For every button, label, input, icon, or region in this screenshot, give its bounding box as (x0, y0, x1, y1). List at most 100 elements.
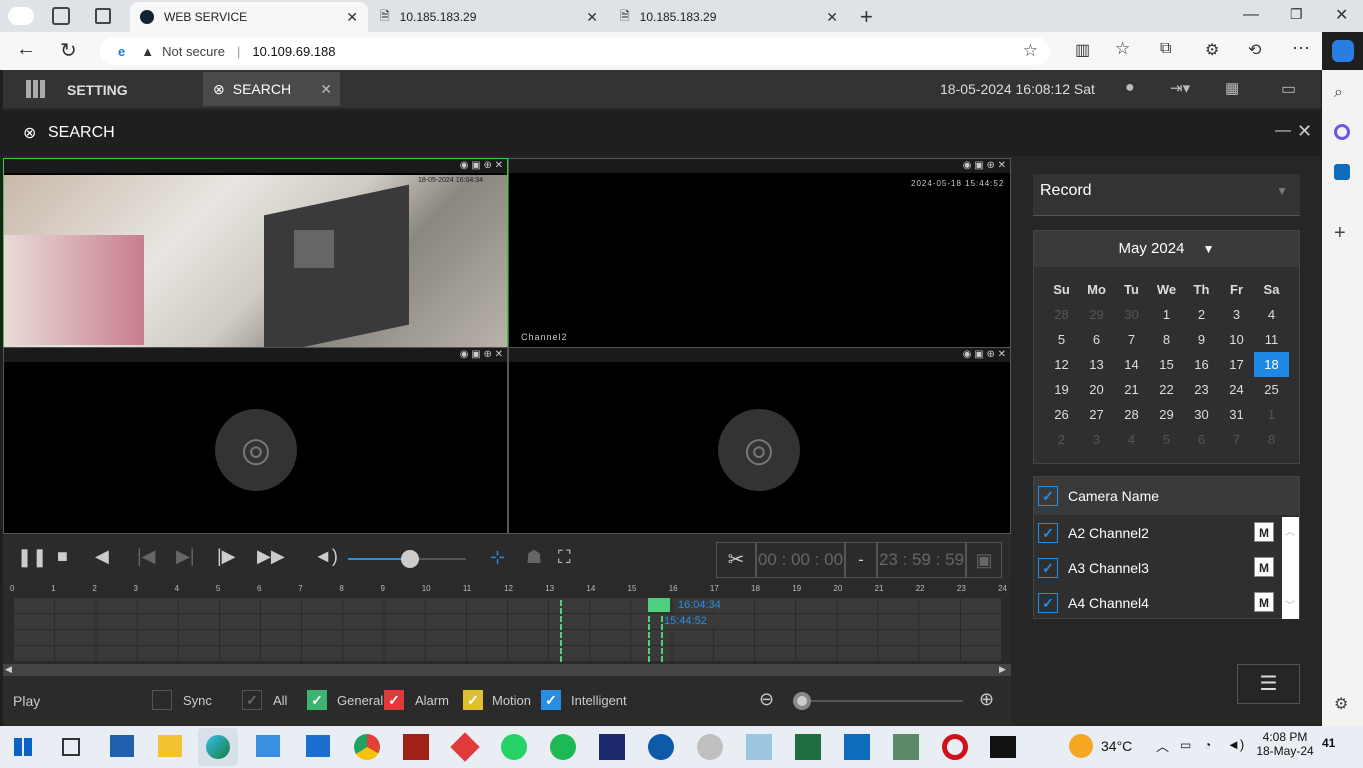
camera-row[interactable]: ✓ A2 Channel2 M (1034, 515, 1280, 550)
zoom-out-icon[interactable]: ⊖ (759, 689, 774, 710)
calendar-day[interactable]: 13 (1079, 352, 1114, 377)
history-icon[interactable]: ⟲ (1248, 40, 1261, 60)
security-label[interactable]: Not secure (162, 44, 225, 59)
calendar-day[interactable]: 3 (1079, 427, 1114, 452)
camera-checkbox[interactable]: ✓ (1038, 558, 1058, 578)
stop-icon[interactable]: ■ (57, 546, 68, 567)
camera-stream-badge[interactable]: M (1254, 522, 1274, 542)
calendar-day[interactable]: 29 (1149, 402, 1184, 427)
camera-list-scrollbar[interactable]: ︿ ﹀ (1282, 517, 1299, 619)
close-panel-icon[interactable]: ✕ (1297, 121, 1312, 142)
speaker-icon[interactable]: ◄) (1227, 737, 1244, 752)
volume-slider-track[interactable] (348, 550, 466, 568)
reverse-play-icon[interactable]: ◀ (95, 546, 109, 567)
profile-icon[interactable] (8, 7, 34, 25)
opera-icon[interactable] (942, 734, 968, 760)
copilot-icon[interactable] (1332, 40, 1354, 62)
timeline-scrollbar[interactable]: ◀ ▶ (3, 664, 1011, 676)
month-dropdown-icon[interactable]: ▼ (1203, 242, 1215, 256)
anydesk-icon[interactable] (450, 732, 480, 762)
scroll-down-icon[interactable]: ﹀ (1285, 597, 1295, 612)
tab-actions-icon[interactable] (95, 8, 111, 24)
calendar-header[interactable]: May 2024 ▼ (1034, 231, 1299, 267)
calendar-day[interactable]: 5 (1044, 327, 1079, 352)
battery-icon[interactable]: ▭ (1180, 738, 1191, 752)
scroll-right-icon[interactable]: ▶ (999, 664, 1006, 675)
all-checkbox[interactable]: ✓ (242, 690, 262, 710)
satellite-icon[interactable] (697, 734, 723, 760)
notes-icon[interactable] (746, 734, 772, 760)
tally-icon[interactable] (599, 734, 625, 760)
search-icon[interactable]: ⌕ (1334, 84, 1343, 102)
qrcode-icon[interactable]: ▦ (1225, 79, 1239, 97)
select-all-cameras-checkbox[interactable]: ✓ (1038, 486, 1058, 506)
store-icon[interactable] (256, 735, 280, 757)
clock[interactable]: 4:08 PM 18-May-24 (1256, 730, 1314, 758)
calendar-day[interactable]: 1 (1254, 402, 1289, 427)
calendar-day[interactable]: 21 (1114, 377, 1149, 402)
calendar-day[interactable]: 22 (1149, 377, 1184, 402)
zoom-slider-track[interactable] (793, 692, 963, 710)
pause-icon[interactable]: ❚❚ (17, 547, 47, 568)
calendar-day[interactable]: 3 (1219, 302, 1254, 327)
teamviewer-icon[interactable] (648, 734, 674, 760)
back-icon[interactable]: ← (16, 38, 36, 61)
app-icon[interactable] (403, 734, 429, 760)
calendar-day[interactable]: 19 (1044, 377, 1079, 402)
sync-checkbox[interactable] (152, 690, 172, 710)
close-tab-icon[interactable]: ✕ (346, 9, 358, 26)
zoom-slider-handle[interactable] (793, 692, 811, 710)
calendar-day[interactable]: 8 (1149, 327, 1184, 352)
video-pane-3[interactable]: ◉ ▣ ⊕ ✕ ◎ (3, 347, 508, 534)
tab-search[interactable]: ⊗ SEARCH ✕ (203, 72, 340, 106)
camera-stream-badge[interactable]: M (1254, 592, 1274, 612)
display-icon[interactable]: ▭ (1281, 79, 1296, 99)
url-text[interactable]: 10.109.69.188 (252, 44, 335, 59)
mail-icon[interactable] (306, 735, 330, 757)
grid-menu-icon[interactable] (26, 80, 46, 98)
tab-ip-2[interactable]: 🗎 10.185.183.29 ✕ (610, 2, 848, 32)
volume-icon[interactable]: ◄) (314, 546, 338, 567)
eye-icon[interactable]: ◉ (963, 160, 972, 171)
calendar-day[interactable]: 4 (1254, 302, 1289, 327)
start-icon[interactable] (14, 738, 32, 756)
list-view-icon[interactable]: ☰ (1237, 664, 1300, 704)
camera-row[interactable]: ✓ A3 Channel3 M (1034, 550, 1280, 585)
close-pane-icon[interactable]: ✕ (495, 160, 503, 171)
favorite-star-icon[interactable]: ☆ (1023, 41, 1038, 61)
general-checkbox[interactable]: ✓ (307, 690, 327, 710)
calendar-day[interactable]: 14 (1114, 352, 1149, 377)
calendar-day[interactable]: 6 (1079, 327, 1114, 352)
calendar-day[interactable]: 7 (1114, 327, 1149, 352)
minimize-panel-icon[interactable]: — (1275, 122, 1291, 140)
calendar-day[interactable]: 20 (1079, 377, 1114, 402)
snapshot-icon[interactable]: ▣ (974, 160, 983, 171)
reload-icon[interactable]: ↻ (60, 38, 77, 63)
collections-icon[interactable]: ⧉ (1160, 40, 1171, 58)
extensions-icon[interactable]: ⚙ (1205, 40, 1219, 60)
tab-ip-1[interactable]: 🗎 10.185.183.29 ✕ (370, 2, 608, 32)
close-search-tab-icon[interactable]: ✕ (320, 81, 332, 98)
widgets-icon[interactable] (110, 735, 134, 757)
snapshot-icon[interactable]: ▣ (471, 349, 480, 360)
workspaces-icon[interactable] (52, 7, 70, 25)
video-pane-1[interactable]: ◉ ▣ ⊕ ✕ 18-05-2024 16:04:34 (3, 158, 508, 356)
outlook-icon[interactable] (1334, 164, 1350, 180)
weather-icon[interactable] (1069, 734, 1093, 758)
calendar-day[interactable]: 2 (1184, 302, 1219, 327)
calendar-day[interactable]: 11 (1254, 327, 1289, 352)
settings-icon[interactable]: ⚙ (1334, 694, 1348, 714)
new-tab-icon[interactable]: + (860, 4, 873, 30)
camera-stream-badge[interactable]: M (1254, 557, 1274, 577)
calendar-day[interactable]: 29 (1079, 302, 1114, 327)
calendar-day[interactable]: 5 (1149, 427, 1184, 452)
favorites-icon[interactable]: ☆ (1115, 39, 1130, 59)
clip-start-time[interactable]: 00 : 00 : 00 (756, 542, 845, 578)
whatsapp-icon[interactable] (501, 734, 527, 760)
human-detect-icon[interactable]: ☗ (526, 547, 542, 568)
zoom-icon[interactable]: ⊕ (483, 349, 491, 360)
spotify-icon[interactable] (550, 734, 576, 760)
more-icon[interactable]: ⋯ (1292, 38, 1310, 59)
video-pane-2[interactable]: ◉ ▣ ⊕ ✕ 2024-05-18 15:44:52 Channel2 (508, 158, 1011, 348)
alarm-checkbox[interactable]: ✓ (384, 690, 404, 710)
